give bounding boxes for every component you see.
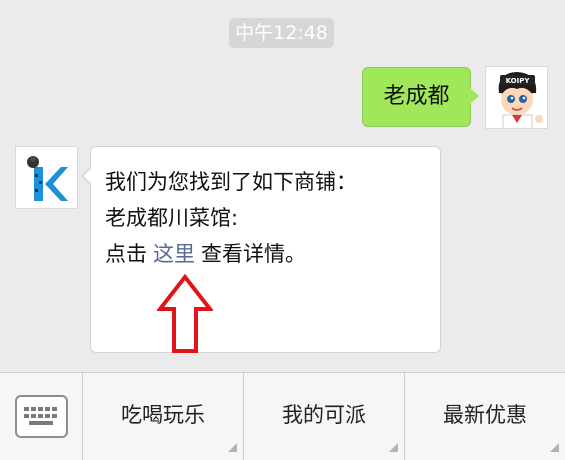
menu-item-eat-drink-play[interactable]: 吃喝玩乐 — [83, 373, 244, 460]
message-timestamp: 中午12:48 — [229, 18, 334, 48]
click-suffix-text: 查看详情。 — [201, 242, 306, 266]
incoming-message-bubble: 我们为您找到了如下商铺： 老成都川菜馆: 点击 这里 查看详情。 — [81, 146, 441, 353]
message-line-2: 老成都川菜馆: — [105, 206, 239, 230]
k-logo-icon — [16, 147, 77, 208]
avatar-badge-text: KOIPY — [506, 77, 531, 85]
bottom-menu-bar: 吃喝玩乐 我的可派 最新优惠 — [0, 372, 565, 460]
submenu-corner-icon — [550, 443, 559, 452]
user-avatar[interactable]: KOIPY — [485, 66, 548, 129]
menu-item-label: 我的可派 — [282, 403, 366, 427]
keyboard-toggle-button[interactable] — [0, 373, 83, 460]
outgoing-message-bubble[interactable]: 老成都 — [362, 67, 479, 127]
menu-item-label: 吃喝玩乐 — [121, 403, 205, 427]
message-line-3: 点击 这里 查看详情。 — [105, 236, 428, 272]
menu-item-label: 最新优惠 — [443, 403, 527, 427]
menu-item-my-koipy[interactable]: 我的可派 — [244, 373, 405, 460]
menu-item-latest-deals[interactable]: 最新优惠 — [405, 373, 565, 460]
cartoon-boy-icon: KOIPY — [486, 67, 547, 128]
message-line-1: 我们为您找到了如下商铺： — [105, 170, 357, 194]
red-up-arrow-icon — [157, 274, 213, 353]
outgoing-message-text: 老成都 — [383, 84, 450, 109]
click-prefix-text: 点击 — [105, 242, 147, 266]
details-link[interactable]: 这里 — [153, 242, 195, 266]
submenu-corner-icon — [389, 443, 398, 452]
submenu-corner-icon — [228, 443, 237, 452]
bot-avatar[interactable] — [15, 146, 78, 209]
chat-area: 中午12:48 老成都 KOIPY 我们为您找到了如下商铺： 老成都川菜馆: 点… — [0, 0, 565, 372]
keyboard-icon — [14, 395, 68, 438]
